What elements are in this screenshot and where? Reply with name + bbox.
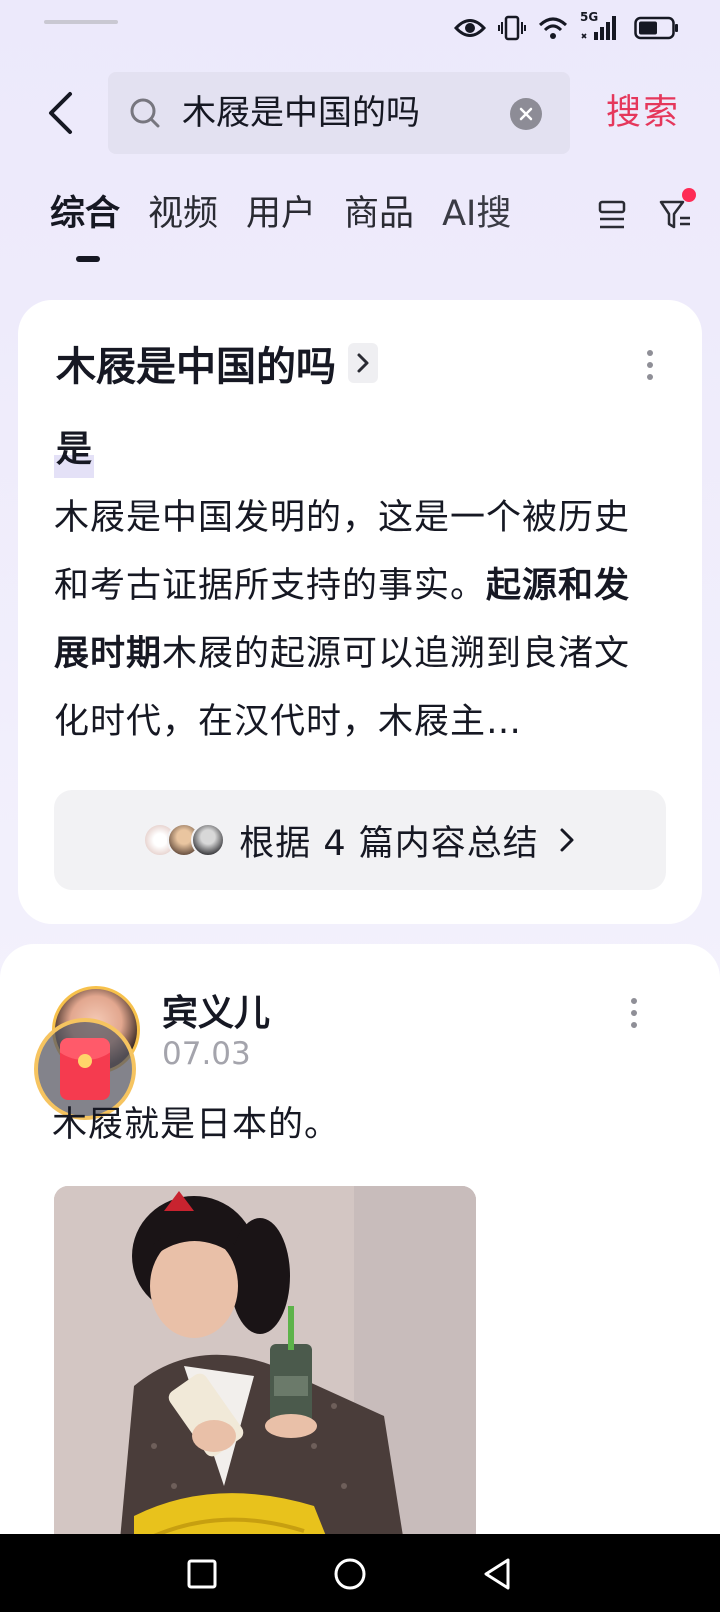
chevron-left-icon xyxy=(49,92,72,134)
status-indicator xyxy=(44,20,118,24)
system-nav-bar xyxy=(0,1534,720,1612)
ai-card-header[interactable]: 木屐是中国的吗 xyxy=(56,330,378,396)
more-options-icon[interactable] xyxy=(644,348,656,382)
signal-icon: 5G xyxy=(580,10,622,42)
search-tabs: 综合 视频 用户 商品 AI搜 xyxy=(50,184,539,244)
post-author-name[interactable]: 宾义儿 xyxy=(162,984,270,1036)
more-options-icon[interactable] xyxy=(628,996,640,1030)
tab-users[interactable]: 用户 xyxy=(246,184,316,244)
notification-dot xyxy=(682,188,696,202)
source-summary-button[interactable]: 根据 4 篇内容总结 xyxy=(54,790,666,890)
back-icon[interactable] xyxy=(478,1554,518,1594)
source-avatars xyxy=(143,823,226,857)
eye-icon xyxy=(454,19,486,37)
chevron-right-icon xyxy=(560,828,574,852)
search-icon xyxy=(130,98,160,128)
post-card[interactable]: 宾义儿 07.03 木屐就是日本的。 xyxy=(0,944,720,1612)
post-text: 木屐就是日本的。 xyxy=(52,1105,341,1145)
back-button[interactable] xyxy=(38,82,82,144)
tab-ai-search[interactable]: AI搜 xyxy=(442,184,511,244)
search-input[interactable] xyxy=(182,86,502,140)
tab-products[interactable]: 商品 xyxy=(344,184,414,244)
active-tab-indicator xyxy=(76,256,100,262)
search-box[interactable] xyxy=(108,72,570,154)
home-icon[interactable] xyxy=(330,1554,370,1594)
red-packet-icon xyxy=(60,1038,110,1100)
search-button[interactable]: 搜索 xyxy=(606,82,680,144)
clear-icon[interactable] xyxy=(510,98,542,130)
chevron-right-icon[interactable] xyxy=(348,343,378,383)
layout-toggle-icon[interactable] xyxy=(596,196,628,232)
post-date: 07.03 xyxy=(162,1036,251,1072)
source-summary-label: 根据 4 篇内容总结 xyxy=(239,823,539,864)
ai-answer-text: 木屐是中国发明的，这是一个被历史和考古证据所支持的事实。起源和发展时期木屐的起源… xyxy=(54,484,664,756)
battery-icon xyxy=(634,16,678,40)
tab-comprehensive[interactable]: 综合 xyxy=(50,184,120,244)
ai-answer-card[interactable]: 木屐是中国的吗 是 木屐是中国发明的，这是一个被历史和考古证据所支持的事实。起源… xyxy=(18,300,702,924)
status-icons: 5G xyxy=(454,10,680,46)
recent-apps-icon[interactable] xyxy=(182,1554,222,1594)
status-bar: 5G xyxy=(0,0,720,58)
wifi-icon xyxy=(538,17,568,39)
ai-card-title: 木屐是中国的吗 xyxy=(56,344,336,390)
vibrate-icon xyxy=(498,15,526,41)
ai-short-answer: 是 xyxy=(54,420,95,478)
source-avatar xyxy=(191,823,226,857)
tab-video[interactable]: 视频 xyxy=(148,184,218,244)
